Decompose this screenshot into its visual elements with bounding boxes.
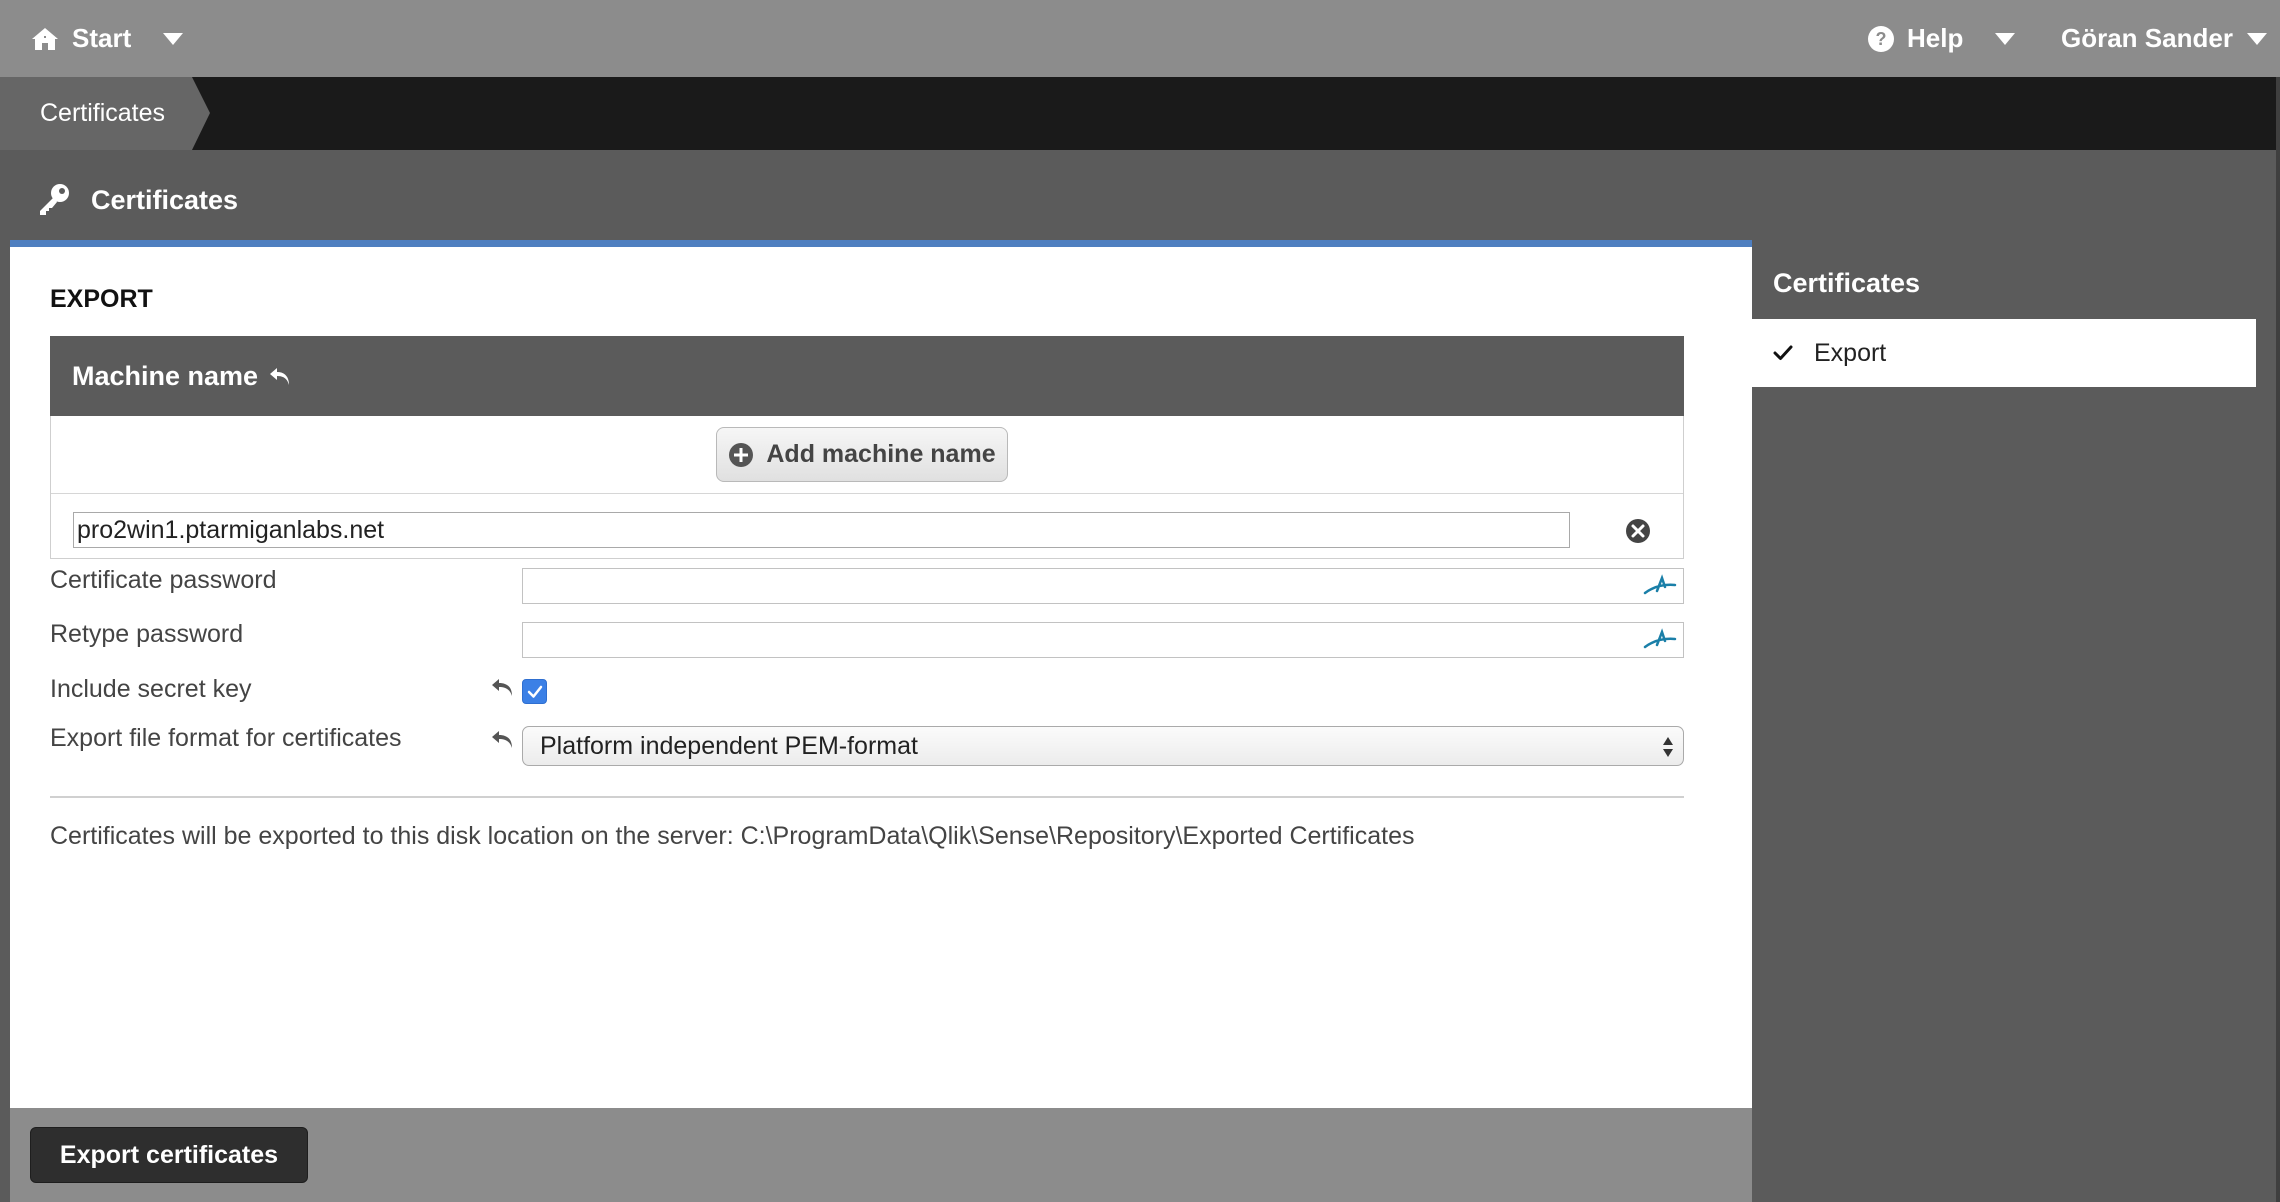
user-menu[interactable]: Göran Sander [2061, 0, 2267, 77]
right-panel-item-export[interactable]: Export [1752, 319, 2256, 387]
help-label: Help [1907, 23, 1964, 53]
right-panel-item-label: Export [1814, 338, 1887, 367]
export-location-info: Certificates will be exported to this di… [50, 822, 1415, 850]
password-tool-icon[interactable] [1643, 627, 1677, 653]
select-arrows-icon [1661, 735, 1675, 759]
checkmark-icon [1772, 342, 1794, 364]
retype-password-label: Retype password [50, 620, 244, 648]
page-title: Certificates [91, 184, 239, 215]
chevron-down-icon[interactable] [163, 32, 184, 45]
header-accent-line [10, 240, 1752, 247]
right-panel: Certificates Export [1752, 247, 2280, 1202]
chevron-down-icon[interactable] [1995, 32, 2016, 45]
password-tool-icon[interactable] [1643, 573, 1677, 599]
retype-password-field[interactable] [522, 622, 1684, 658]
export-format-value: Platform independent PEM-format [540, 731, 918, 760]
include-secret-key-label: Include secret key [50, 675, 252, 703]
export-format-label: Export file format for certificates [50, 724, 402, 752]
export-format-select[interactable]: Platform independent PEM-format [522, 726, 1684, 766]
certificate-password-field[interactable] [522, 568, 1684, 604]
divider [50, 796, 1684, 798]
undo-icon[interactable] [490, 675, 518, 699]
start-label: Start [72, 23, 132, 53]
window-edge [2276, 77, 2280, 1202]
include-secret-key-checkbox[interactable] [522, 679, 547, 704]
page-header: Certificates [10, 160, 1752, 240]
machine-name-input[interactable] [73, 512, 1570, 548]
export-certificates-button[interactable]: Export certificates [30, 1127, 308, 1183]
breadcrumb-item-certificates[interactable]: Certificates [0, 77, 210, 150]
footer-bar: Export certificates [10, 1108, 1752, 1202]
svg-text:?: ? [1876, 29, 1887, 49]
start-menu[interactable]: Start [30, 0, 184, 77]
machine-name-header: Machine name [50, 336, 1684, 416]
user-name: Göran Sander [2061, 23, 2233, 53]
checkmark-icon [526, 683, 544, 701]
undo-icon[interactable] [268, 364, 294, 388]
help-menu[interactable]: ? Help [1867, 0, 2016, 77]
home-icon [30, 24, 60, 54]
right-panel-title: Certificates [1773, 267, 1921, 298]
key-icon [37, 183, 71, 217]
breadcrumb-bar: Certificates [0, 77, 2280, 150]
add-machine-name-label: Add machine name [766, 440, 996, 468]
top-navigation-bar: Start ? Help Göran Sander [0, 0, 2280, 77]
machine-name-list: Add machine name [50, 416, 1684, 559]
certificate-password-label: Certificate password [50, 566, 277, 594]
undo-icon[interactable] [490, 727, 518, 751]
chevron-down-icon[interactable] [2246, 32, 2267, 45]
plus-circle-icon [728, 442, 754, 468]
divider [51, 493, 1683, 494]
machine-name-label: Machine name [72, 360, 259, 391]
add-machine-name-button[interactable]: Add machine name [716, 427, 1008, 482]
main-panel: EXPORT Machine name Add machine name Cer… [10, 247, 1752, 1108]
remove-circle-icon[interactable] [1624, 517, 1652, 545]
help-icon: ? [1867, 25, 1895, 53]
section-title: EXPORT [50, 285, 153, 313]
